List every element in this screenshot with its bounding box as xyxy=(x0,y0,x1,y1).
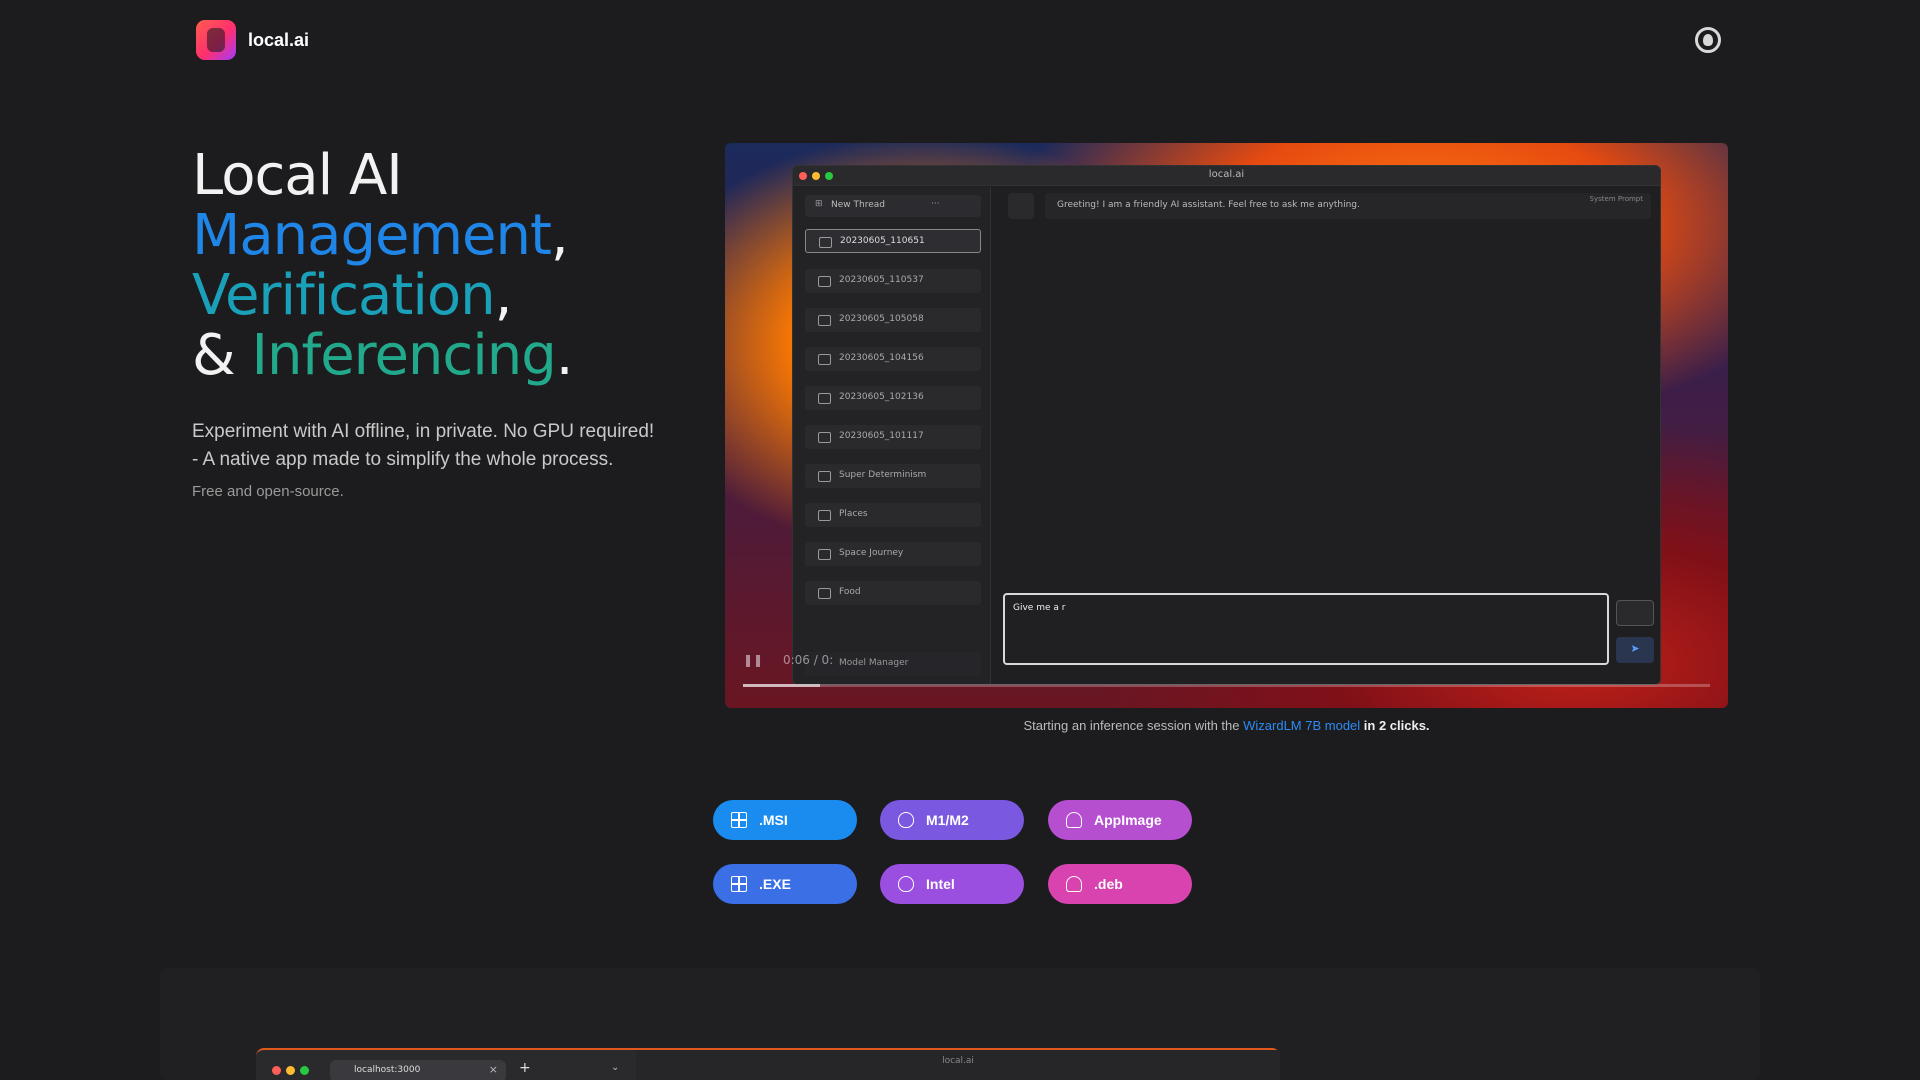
thread-item: Places xyxy=(805,503,981,527)
download-label: .MSI xyxy=(759,812,788,828)
send-icon: ➤ xyxy=(1616,637,1654,663)
new-tab-icon[interactable]: + xyxy=(519,1060,531,1076)
download-label: .deb xyxy=(1094,876,1123,892)
thread-item: 20230605_101117 xyxy=(805,425,981,449)
title-bar: local.ai xyxy=(793,166,1660,186)
windows-icon xyxy=(731,812,747,828)
download-button[interactable]: .EXE xyxy=(713,864,857,904)
browser-tab[interactable]: localhost:3000 xyxy=(330,1060,506,1080)
comma-1: , xyxy=(550,203,569,268)
download-button[interactable]: .MSI xyxy=(713,800,857,840)
hero-subtitle: Experiment with AI offline, in private. … xyxy=(192,418,654,474)
video-controls[interactable]: ❚❚ 0:06 / 0: xyxy=(743,653,833,667)
thread-sidebar: New Thread ··· 20230605_110651 20230605_… xyxy=(793,187,991,684)
download-button[interactable]: AppImage xyxy=(1048,800,1192,840)
prompt-input: Give me a r xyxy=(1003,593,1609,665)
hero-title: Local AI Management, Verification, & Inf… xyxy=(192,143,574,388)
windows-icon xyxy=(731,876,747,892)
download-label: M1/M2 xyxy=(926,812,969,828)
comma-2: , xyxy=(494,263,513,328)
apple-icon xyxy=(898,812,914,828)
download-label: .EXE xyxy=(759,876,791,892)
browser-window: localhost:3000 + ⌄ local.ai xyxy=(256,1048,1280,1080)
hero-line-1: Local AI xyxy=(192,143,403,208)
subtitle-line-2: - A native app made to simplify the whol… xyxy=(192,449,614,470)
download-label: Intel xyxy=(926,876,955,892)
brand-logo[interactable]: local.ai xyxy=(196,20,309,60)
inner-app-window: local.ai xyxy=(636,1050,1280,1080)
caption-bold: in 2 clicks. xyxy=(1360,718,1430,733)
thread-item: Space Journey xyxy=(805,542,981,566)
thread-item: 20230605_110537 xyxy=(805,269,981,293)
new-thread-label: New Thread xyxy=(831,200,885,210)
pause-icon[interactable]: ❚❚ xyxy=(743,653,763,667)
greeting-text: Greeting! I am a friendly AI assistant. … xyxy=(1057,200,1360,210)
linux-icon xyxy=(1066,812,1082,828)
wizardlm-link[interactable]: WizardLM 7B model xyxy=(1243,718,1360,733)
period: . xyxy=(555,323,574,388)
zoom-dot xyxy=(300,1066,309,1075)
app-window: local.ai New Thread ··· 20230605_110651 … xyxy=(792,165,1661,685)
demo-video[interactable]: local.ai New Thread ··· 20230605_110651 … xyxy=(725,143,1728,708)
free-note: Free and open-source. xyxy=(192,483,344,500)
video-progress[interactable] xyxy=(743,684,1710,687)
attach-icon xyxy=(1616,600,1654,626)
thread-item: Food xyxy=(805,581,981,605)
download-button[interactable]: M1/M2 xyxy=(880,800,1024,840)
close-dot xyxy=(272,1066,281,1075)
thread-item: 20230605_104156 xyxy=(805,347,981,371)
sidebar-toggle-icon xyxy=(1008,193,1034,219)
video-caption: Starting an inference session with the W… xyxy=(725,718,1728,733)
system-greeting: Greeting! I am a friendly AI assistant. … xyxy=(1045,193,1651,219)
window-title: local.ai xyxy=(1208,169,1245,180)
word-inferencing: Inferencing xyxy=(251,323,556,388)
ampersand: & xyxy=(192,323,236,388)
video-progress-fill xyxy=(743,684,821,687)
download-label: AppImage xyxy=(1094,812,1162,828)
system-prompt-label: System Prompt xyxy=(1589,195,1643,203)
apple-icon xyxy=(898,876,914,892)
chevron-down-icon[interactable]: ⌄ xyxy=(611,1062,619,1073)
linux-icon xyxy=(1066,876,1082,892)
caption-pre: Starting an inference session with the xyxy=(1023,718,1244,733)
word-verification: Verification xyxy=(192,263,496,328)
download-button[interactable]: .deb xyxy=(1048,864,1192,904)
brand-name: local.ai xyxy=(248,29,310,50)
more-icon: ··· xyxy=(931,199,940,209)
new-thread-button: New Thread ··· xyxy=(805,195,981,217)
thread-item: 20230605_102136 xyxy=(805,386,981,410)
thread-item: 20230605_110651 xyxy=(805,229,981,253)
thread-item: 20230605_105058 xyxy=(805,308,981,332)
local-ai-logo-icon xyxy=(196,20,236,60)
video-time: 0:06 / 0: xyxy=(782,653,834,667)
subtitle-line-1: Experiment with AI offline, in private. … xyxy=(192,421,655,442)
inner-window-title: local.ai xyxy=(942,1056,974,1066)
github-icon[interactable] xyxy=(1695,27,1721,53)
thread-item: Super Determinism xyxy=(805,464,981,488)
minimize-dot xyxy=(286,1066,295,1075)
word-management: Management xyxy=(192,203,552,268)
download-button[interactable]: Intel xyxy=(880,864,1024,904)
